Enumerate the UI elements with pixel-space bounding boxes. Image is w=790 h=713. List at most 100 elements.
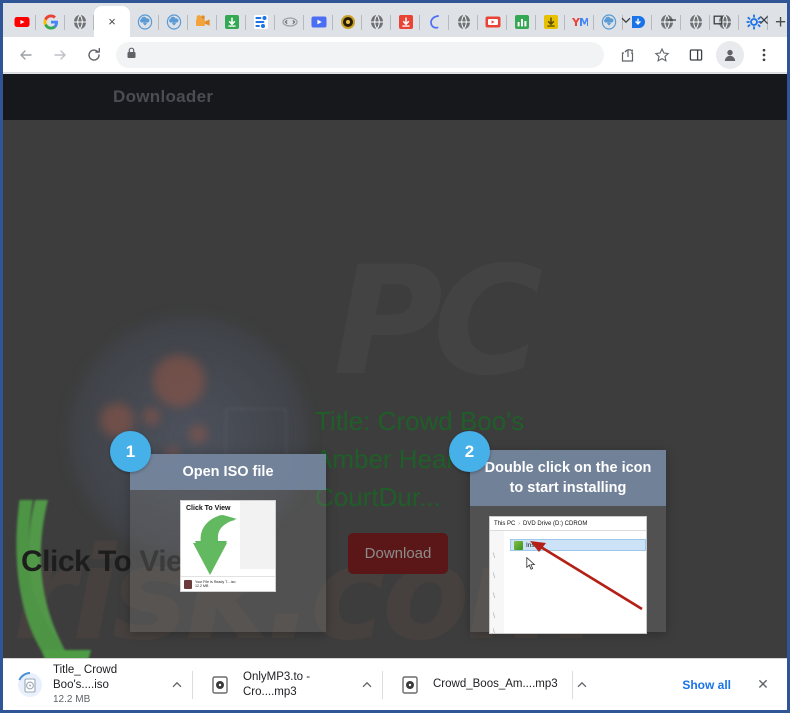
tab-6[interactable] [188,7,217,37]
video-play-icon [311,14,327,30]
tab-13[interactable] [391,7,420,37]
close-icon[interactable]: × [108,15,116,28]
popup-2-screenshot: This PC › DVD Drive (D:) CDROM \ \ \ \ \ [489,516,647,634]
page-body: PC risk.com Click To View Title: Crowd B… [3,120,787,658]
popup-2-title: Double click on the icon to start instal… [470,450,666,506]
sliders-icon [253,14,269,30]
record-icon [340,14,356,30]
share-icon[interactable] [614,41,642,69]
tab-15[interactable] [449,7,478,37]
video-camera-icon [195,14,211,30]
forward-button[interactable] [46,41,74,69]
tab-16[interactable] [478,7,507,37]
popup-1-title: Open ISO file [130,454,326,490]
screenshot-file-icon [184,579,192,589]
three-dot-menu-icon[interactable] [750,41,778,69]
tab-search-button[interactable] [603,4,649,36]
instruction-popup-2: Double click on the icon to start instal… [470,450,666,634]
tab-4[interactable] [130,7,159,37]
globe-icon [369,14,385,30]
popup-2-title-line1: Double click on the icon [484,460,652,476]
tab-14[interactable] [420,7,449,37]
globe-icon [456,14,472,30]
show-all-downloads-button[interactable]: Show all [670,672,743,698]
download-file-name: Title_ Crowd Boo's....iso [53,663,118,691]
download-item-menu-icon[interactable] [171,679,183,691]
code-icon [281,14,298,30]
download-file-name: OnlyMP3.to - Cro....mp3 [243,670,311,698]
ym-logo-icon: YM [572,14,588,30]
step-badge-2: 2 [449,431,490,472]
step-badge-1: 1 [110,431,151,472]
minimize-button[interactable] [649,4,695,36]
bar-chart-icon [514,14,530,30]
download-arrow-icon [543,14,559,30]
close-window-button[interactable] [741,4,787,36]
download-shelf: Title_ Crowd Boo's....iso 12.2 MB OnlyMP3.… [3,658,787,710]
download-shelf-actions: Show all ✕ [670,671,787,699]
download-item[interactable]: OnlyMP3.to - Cro....mp3 [193,659,383,711]
tab-strip: ×YM + [3,3,787,37]
download-item-text: Title_ Crowd Boo's....iso 12.2 MB [53,663,153,707]
tab-12[interactable] [362,7,391,37]
site-header: Downloader [3,74,787,120]
background-dot [143,408,160,425]
background-download-button[interactable]: Download [348,533,448,574]
screenshot-click-to-view-label: Click To View [186,505,231,512]
download-file-size: 12.2 MB [53,693,91,705]
close-download-shelf-button[interactable]: ✕ [749,671,777,699]
download-item-menu-icon[interactable] [361,679,373,691]
window-controls [603,3,787,37]
popup-1-body: Click To View Your File Is Ready T....is… [130,490,326,602]
background-green-arrow-icon [16,500,91,658]
tab-2[interactable] [65,7,94,37]
popup-2-body: This PC › DVD Drive (D:) CDROM \ \ \ \ \ [470,506,666,644]
side-panel-icon[interactable] [682,41,710,69]
download-arrow-icon [398,14,414,30]
back-button[interactable] [12,41,40,69]
download-item[interactable]: Crowd_Boos_Am....mp3 [383,659,587,711]
download-item[interactable]: Title_ Crowd Boo's....iso 12.2 MB [3,659,193,711]
screenshot-download-shelf: Your File Is Ready T....iso 12.2 MB [181,576,275,591]
globe-icon [72,14,88,30]
tab-19[interactable]: YM [565,7,594,37]
tab-18[interactable] [536,7,565,37]
tab-17[interactable] [507,7,536,37]
tab-0[interactable] [7,7,36,37]
tab-8[interactable] [246,7,275,37]
popup-2-title-line2: to start installing [509,480,627,496]
site-title: Downloader [113,87,214,106]
download-item-text: Crowd_Boos_Am....mp3 [433,677,558,692]
cloud-download-icon [137,14,153,30]
reload-button[interactable] [80,41,108,69]
web-page-viewport: Downloader PC risk.com Click To View Tit… [3,74,787,658]
youtube-icon [14,14,30,30]
address-input[interactable] [143,47,594,62]
tab-1[interactable] [36,7,65,37]
video-play-icon [485,14,501,30]
cloud-download-icon [166,14,182,30]
download-item-menu-icon[interactable] [576,679,588,691]
svg-text:M: M [579,16,588,29]
watermark-top: PC [333,235,533,409]
toolbar-right-actions [611,40,781,69]
tab-7[interactable] [217,7,246,37]
mp3-file-icon [207,672,233,698]
tab-10[interactable] [304,7,333,37]
tab-5[interactable] [159,7,188,37]
browser-window: ×YM + [0,0,790,713]
background-dot [189,425,207,443]
screenshot-green-arrow-icon [193,515,237,575]
tab-9[interactable] [275,7,304,37]
address-bar[interactable] [116,41,604,68]
bookmark-star-icon[interactable] [648,41,676,69]
tab-11[interactable] [333,7,362,37]
profile-avatar-icon[interactable] [716,40,744,69]
maximize-button[interactable] [695,4,741,36]
background-dot [153,355,205,407]
moon-icon [427,14,443,30]
download-item-text: OnlyMP3.to - Cro....mp3 [243,670,343,700]
screenshot-download-size: 12.2 MB [195,584,209,588]
active-tab[interactable]: × [94,6,130,37]
lock-icon [126,46,137,64]
